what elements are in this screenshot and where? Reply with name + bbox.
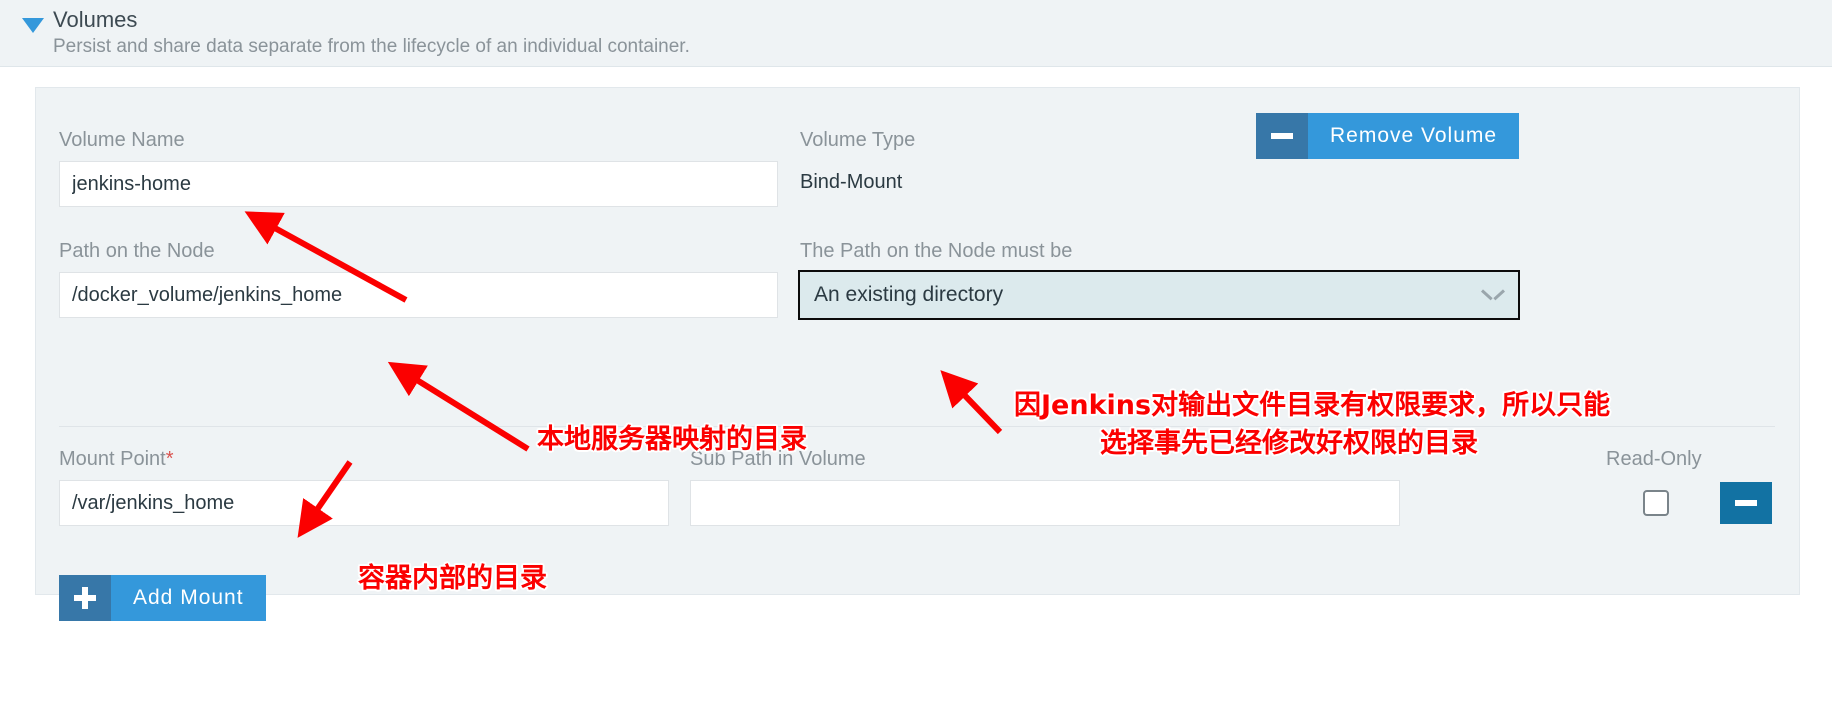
mount-point-label-text: Mount Point bbox=[59, 448, 166, 470]
volume-name-input[interactable] bbox=[59, 161, 778, 207]
triangle-down-icon bbox=[22, 18, 44, 33]
volume-type-label: Volume Type bbox=[800, 129, 916, 151]
path-on-node-label: Path on the Node bbox=[59, 240, 215, 262]
read-only-label: Read-Only bbox=[1606, 448, 1702, 470]
remove-volume-label: Remove Volume bbox=[1308, 113, 1520, 159]
add-mount-label: Add Mount bbox=[111, 575, 266, 621]
sub-path-input[interactable] bbox=[690, 480, 1400, 526]
required-asterisk: * bbox=[165, 448, 174, 470]
minus-icon bbox=[1735, 500, 1757, 506]
sub-path-label: Sub Path in Volume bbox=[690, 448, 866, 470]
mount-point-input[interactable] bbox=[59, 480, 669, 526]
remove-mount-button[interactable] bbox=[1720, 482, 1772, 524]
section-divider bbox=[59, 426, 1775, 427]
volume-type-value: Bind-Mount bbox=[800, 171, 903, 193]
remove-volume-button[interactable]: Remove Volume bbox=[1256, 113, 1520, 159]
mount-point-label: Mount Point* bbox=[59, 448, 174, 471]
volume-name-label: Volume Name bbox=[59, 129, 185, 151]
volumes-section-header: Volumes Persist and share data separate … bbox=[0, 0, 1832, 67]
path-rule-label: The Path on the Node must be bbox=[800, 240, 1073, 262]
plus-icon bbox=[59, 575, 111, 621]
page-subtitle: Persist and share data separate from the… bbox=[53, 36, 690, 57]
volume-panel: Remove Volume Volume Name Volume Type Bi… bbox=[35, 87, 1800, 621]
minus-icon bbox=[1256, 113, 1308, 159]
page-title: Volumes bbox=[53, 7, 138, 32]
path-on-node-input[interactable] bbox=[59, 272, 778, 318]
collapse-toggle[interactable] bbox=[18, 18, 48, 33]
header-text-block: Volumes Persist and share data separate … bbox=[53, 7, 690, 60]
add-mount-button[interactable]: Add Mount bbox=[59, 575, 266, 621]
chevron-down-icon bbox=[1482, 289, 1504, 302]
read-only-checkbox[interactable] bbox=[1643, 490, 1669, 516]
path-rule-selected-value: An existing directory bbox=[814, 283, 1004, 306]
path-rule-select[interactable]: An existing directory bbox=[798, 270, 1520, 320]
